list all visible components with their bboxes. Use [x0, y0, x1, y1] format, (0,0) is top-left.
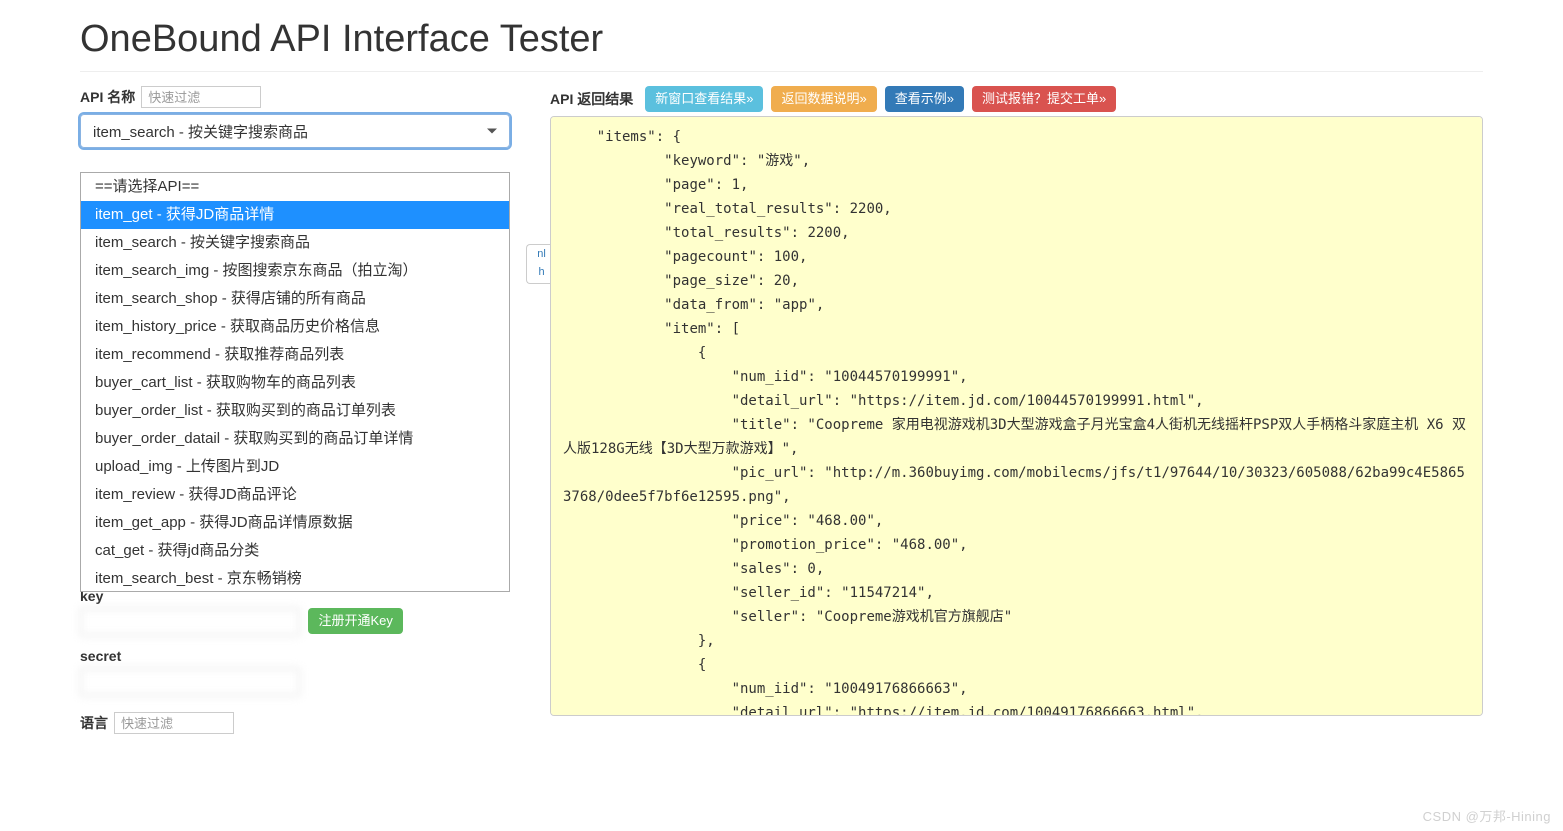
api-dropdown-item[interactable]: buyer_cart_list - 获取购物车的商品列表 [81, 369, 509, 397]
result-output[interactable]: "items": { "keyword": "游戏", "page": 1, "… [550, 116, 1483, 716]
api-dropdown-item[interactable]: upload_img - 上传图片到JD [81, 453, 509, 481]
result-section-label: API 返回结果 [550, 89, 633, 109]
page-title: OneBound API Interface Tester [80, 18, 1483, 72]
secret-input[interactable] [80, 668, 300, 696]
api-dropdown-item[interactable]: ==请选择API== [81, 173, 509, 201]
new-window-button[interactable]: 新窗口查看结果» [645, 86, 763, 112]
api-dropdown-item[interactable]: item_recommend - 获取推荐商品列表 [81, 341, 509, 369]
api-dropdown-item[interactable]: item_search_shop - 获得店铺的所有商品 [81, 285, 509, 313]
api-select-value: item_search - 按关键字搜索商品 [93, 121, 308, 142]
api-dropdown-item[interactable]: item_review - 获得JD商品评论 [81, 481, 509, 509]
api-dropdown-item[interactable]: item_search_best - 京东畅销榜 [81, 565, 509, 592]
key-input[interactable] [80, 608, 300, 636]
api-dropdown-item[interactable]: item_search_img - 按图搜索京东商品（拍立淘） [81, 257, 509, 285]
chevron-down-icon [487, 129, 497, 134]
api-dropdown-item[interactable]: cat_get - 获得jd商品分类 [81, 537, 509, 565]
api-dropdown-item[interactable]: buyer_order_list - 获取购买到的商品订单列表 [81, 397, 509, 425]
api-filter-input[interactable] [141, 86, 261, 108]
lang-filter-input[interactable] [114, 712, 234, 734]
lang-label: 语言 [80, 713, 108, 733]
data-desc-button[interactable]: 返回数据说明» [771, 86, 876, 112]
watermark-text: CSDN @万邦-Hining [1423, 806, 1551, 825]
api-dropdown-item[interactable]: item_search - 按关键字搜索商品 [81, 229, 509, 257]
api-dropdown-item[interactable]: item_get - 获得JD商品详情 [81, 201, 509, 229]
secret-label: secret [80, 648, 520, 664]
left-panel: API 名称 item_search - 按关键字搜索商品 ==请选择API==… [80, 86, 520, 738]
api-dropdown-item[interactable]: buyer_order_datail - 获取购买到的商品订单详情 [81, 425, 509, 453]
api-dropdown-item[interactable]: item_get_app - 获得JD商品详情原数据 [81, 509, 509, 537]
register-key-button[interactable]: 注册开通Key [308, 608, 402, 634]
api-select[interactable]: item_search - 按关键字搜索商品 [80, 114, 510, 148]
api-dropdown-list: ==请选择API==item_get - 获得JD商品详情item_search… [80, 172, 510, 592]
api-dropdown-item[interactable]: item_history_price - 获取商品历史价格信息 [81, 313, 509, 341]
right-panel: API 返回结果 新窗口查看结果» 返回数据说明» 查看示例» 测试报错？提交工… [550, 86, 1483, 738]
api-name-label: API 名称 [80, 87, 135, 107]
report-error-button[interactable]: 测试报错？提交工单» [972, 86, 1116, 112]
view-example-button[interactable]: 查看示例» [885, 86, 964, 112]
